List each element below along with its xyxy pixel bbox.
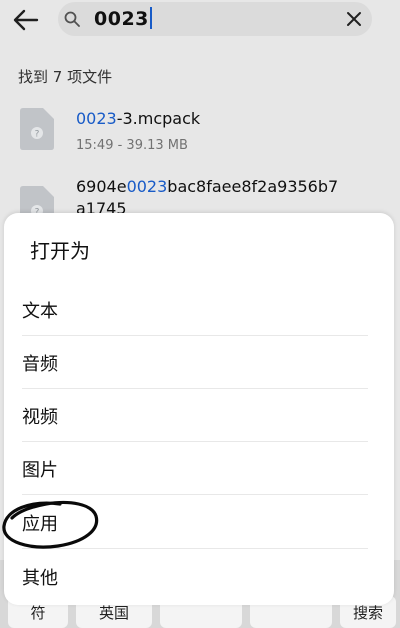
file-search-screen: 0023 找到 7 项文件 ? 0023-3.mcpack 15:49 - 39… [0,0,400,628]
divider [22,494,368,495]
option-audio[interactable]: 音频 [4,336,394,389]
option-label: 视频 [22,407,58,428]
option-label: 其他 [22,568,58,589]
option-video[interactable]: 视频 [4,389,394,442]
option-label: 文本 [22,301,58,322]
sheet-title: 打开为 [30,239,90,263]
option-text[interactable]: 文本 [4,283,394,336]
hand-drawn-circle-annotation [2,500,99,549]
option-label: 音频 [22,354,58,375]
option-other[interactable]: 其他 [4,550,394,603]
option-image[interactable]: 图片 [4,442,394,495]
option-label: 图片 [22,460,58,481]
